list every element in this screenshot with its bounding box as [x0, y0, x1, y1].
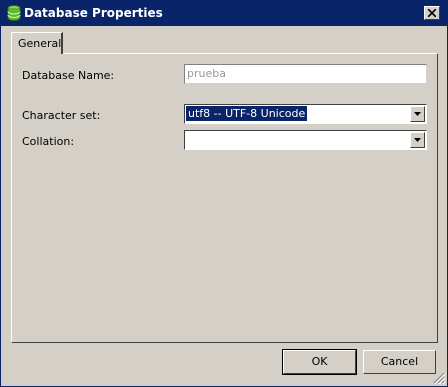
tab-general[interactable]: General [11, 32, 63, 54]
ok-button[interactable]: OK [282, 349, 357, 375]
cancel-button[interactable]: Cancel [363, 350, 436, 374]
dialog-window: Database Properties General Database Nam… [0, 0, 448, 387]
database-icon [7, 5, 21, 21]
tab-general-label: General [18, 37, 62, 50]
window-title: Database Properties [24, 6, 163, 20]
close-button[interactable] [424, 6, 440, 20]
tab-panel [11, 53, 438, 343]
title-bar[interactable]: Database Properties [1, 1, 447, 26]
close-icon [428, 9, 436, 17]
resize-grip-icon[interactable] [433, 372, 445, 384]
